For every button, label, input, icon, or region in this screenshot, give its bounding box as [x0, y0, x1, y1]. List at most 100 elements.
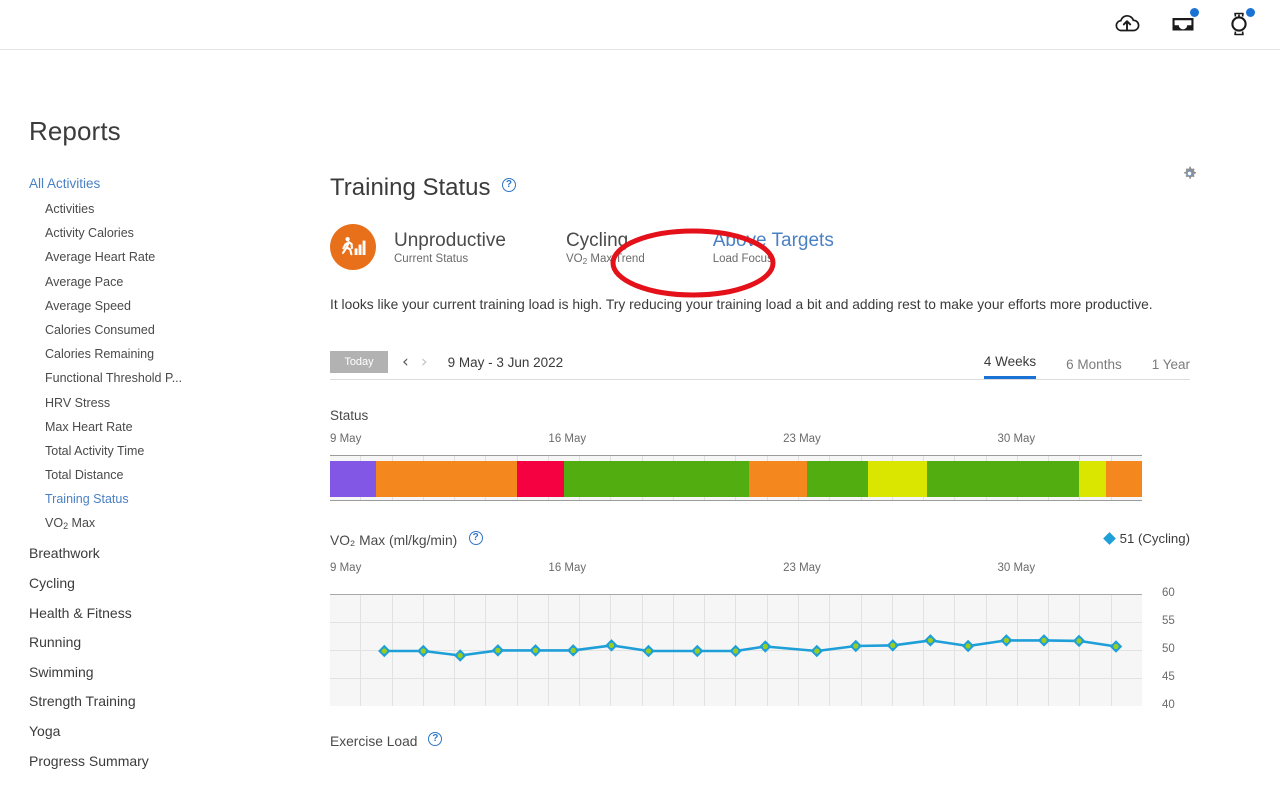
cloud-upload-icon[interactable] — [1112, 9, 1142, 39]
status-segment[interactable] — [330, 461, 377, 497]
vo2-legend-label: 51 (Cycling) — [1119, 531, 1190, 546]
status-card-label: Current Status — [394, 252, 469, 265]
datebar-divider — [330, 379, 1190, 380]
sidebar-group-swimming[interactable]: Swimming — [29, 664, 330, 680]
x-tick-label: 30 May — [997, 433, 1036, 445]
vo2-data-point[interactable] — [1109, 640, 1123, 653]
vo2-plot-area — [330, 594, 1142, 706]
date-navigation-bar: Today ‹ › 9 May - 3 Jun 2022 4 Weeks 6 Mo… — [330, 345, 1190, 379]
sidebar-group-progress-summary[interactable]: Progress Summary — [29, 753, 330, 769]
vo2-data-point[interactable] — [961, 639, 975, 653]
x-tick-label: 23 May — [783, 433, 821, 445]
exercise-load-label: Exercise Load — [330, 734, 418, 749]
sidebar-item-average-pace[interactable]: Average Pace — [29, 275, 330, 289]
vo2-data-point[interactable] — [691, 644, 704, 658]
x-tick-label: 16 May — [548, 433, 587, 445]
status-timeline-chart — [330, 455, 1142, 501]
status-segment[interactable] — [807, 461, 869, 497]
tab-1-year[interactable]: 1 Year — [1152, 357, 1190, 379]
sidebar-item-training-status[interactable]: Training Status — [29, 492, 330, 506]
tab-4-weeks[interactable]: 4 Weeks — [983, 354, 1037, 379]
vo2-legend: 51 (Cycling) — [1102, 531, 1190, 546]
vo2-data-point[interactable] — [1072, 634, 1086, 648]
gear-icon[interactable] — [1181, 165, 1198, 187]
status-segment-bar[interactable] — [330, 461, 1142, 497]
status-card-value[interactable]: Above Targets — [713, 229, 834, 252]
sidebar-group-health-fitness[interactable]: Health & Fitness — [29, 605, 330, 621]
training-status-help-icon[interactable]: ? — [501, 178, 516, 193]
status-segment[interactable] — [1106, 461, 1142, 497]
status-card-label: VO2 Max Trend — [565, 252, 645, 266]
status-segment[interactable] — [516, 461, 564, 497]
status-segment[interactable] — [748, 461, 808, 497]
sidebar-item-average-speed[interactable]: Average Speed — [29, 299, 330, 313]
sidebar-item-functional-threshold-p[interactable]: Functional Threshold P... — [29, 371, 330, 385]
topbar-icon-group — [1112, 8, 1255, 39]
sidebar-nav: All Activities Activities Activity Calori… — [29, 176, 330, 769]
y-tick-label: 45 — [1162, 671, 1175, 683]
vo2-data-point[interactable] — [529, 644, 542, 657]
sidebar-group-cycling[interactable]: Cycling — [29, 575, 330, 591]
sidebar-group-breathwork[interactable]: Breathwork — [29, 545, 330, 561]
chevron-left-icon[interactable]: ‹ — [402, 352, 409, 372]
vo2-data-point[interactable] — [642, 644, 655, 658]
sidebar-group-yoga[interactable]: Yoga — [29, 723, 330, 739]
vo2-data-point[interactable] — [566, 644, 580, 657]
sidebar-item-activity-calories[interactable]: Activity Calories — [29, 226, 330, 240]
sidebar-item-vo-max[interactable]: VO2 Max — [29, 516, 330, 531]
vo2-data-point[interactable] — [729, 644, 742, 658]
status-segment[interactable] — [926, 461, 1080, 497]
sidebar-item-all-activities[interactable]: All Activities — [29, 176, 330, 191]
status-summary-row: Unproductive Current Status Cycling VO2 Max… — [330, 224, 1280, 270]
vo2-chart-header: VO₂ Max (ml/kg/min) ? 51 (Cycling) — [330, 531, 1190, 550]
date-range-label: 9 May - 3 Jun 2022 — [447, 354, 564, 370]
training-status-header: Training Status ? — [330, 50, 1280, 202]
vo2-help-icon[interactable]: ? — [468, 531, 483, 545]
sidebar-item-average-heart-rate[interactable]: Average Heart Rate — [29, 250, 330, 264]
sidebar-item-max-heart-rate[interactable]: Max Heart Rate — [29, 420, 330, 434]
status-chart-x-axis: 9 May 16 May 23 May 30 May — [330, 433, 1142, 449]
sidebar-item-hrv-stress[interactable]: HRV Stress — [29, 396, 330, 410]
sidebar-group-running[interactable]: Running — [29, 634, 330, 650]
vo2-data-point[interactable] — [453, 649, 467, 662]
y-tick-label: 40 — [1162, 699, 1175, 711]
vo2-data-point[interactable] — [605, 639, 618, 652]
vo2-data-point[interactable] — [491, 644, 505, 657]
sidebar-item-calories-consumed[interactable]: Calories Consumed — [29, 323, 330, 337]
vo2-chart-title: VO₂ Max (ml/kg/min) — [330, 533, 458, 548]
status-chart-label: Status — [330, 408, 369, 423]
inbox-icon[interactable] — [1168, 8, 1199, 39]
vo2-data-point[interactable] — [810, 644, 824, 658]
inbox-notification-dot — [1190, 8, 1199, 17]
chevron-right-icon[interactable]: › — [421, 352, 428, 372]
vo2-data-point[interactable] — [1000, 634, 1013, 647]
sidebar-report-list: Activities Activity Calories Average Heart… — [29, 202, 330, 531]
page-title: Reports — [29, 116, 121, 146]
tab-6-months[interactable]: 6 Months — [1066, 357, 1122, 379]
sidebar-group-strength-training[interactable]: Strength Training — [29, 693, 330, 709]
vo2-data-point[interactable] — [924, 634, 937, 647]
status-segment[interactable] — [563, 461, 749, 497]
top-navigation-bar — [0, 0, 1280, 50]
watch-device-icon[interactable] — [1224, 8, 1255, 39]
main-content: Training Status ? Unproductive Current St… — [330, 50, 1280, 800]
x-tick-label: 30 May — [997, 562, 1036, 574]
vo2-data-point[interactable] — [849, 639, 863, 653]
vo2-data-point[interactable] — [886, 639, 900, 652]
vo2-data-point[interactable] — [378, 644, 391, 658]
today-button[interactable]: Today — [330, 351, 388, 373]
sidebar-item-activities[interactable]: Activities — [29, 202, 330, 216]
sidebar-group-list: Breathwork Cycling Health & Fitness Running… — [29, 545, 330, 768]
status-description: It looks like your current training load… — [330, 297, 1153, 312]
status-card-3[interactable]: Above Targets Load Focus — [713, 229, 834, 266]
status-segment[interactable] — [868, 461, 927, 497]
vo2-data-point[interactable] — [759, 640, 772, 653]
sidebar-item-total-activity-time[interactable]: Total Activity Time — [29, 444, 330, 458]
sidebar-item-total-distance[interactable]: Total Distance — [29, 468, 330, 482]
status-segment[interactable] — [376, 461, 517, 497]
status-segment[interactable] — [1079, 461, 1107, 497]
sidebar-item-calories-remaining[interactable]: Calories Remaining — [29, 347, 330, 361]
exercise-load-help-icon[interactable]: ? — [428, 732, 443, 746]
vo2-data-point[interactable] — [1037, 634, 1051, 647]
vo2-data-point[interactable] — [417, 644, 430, 658]
